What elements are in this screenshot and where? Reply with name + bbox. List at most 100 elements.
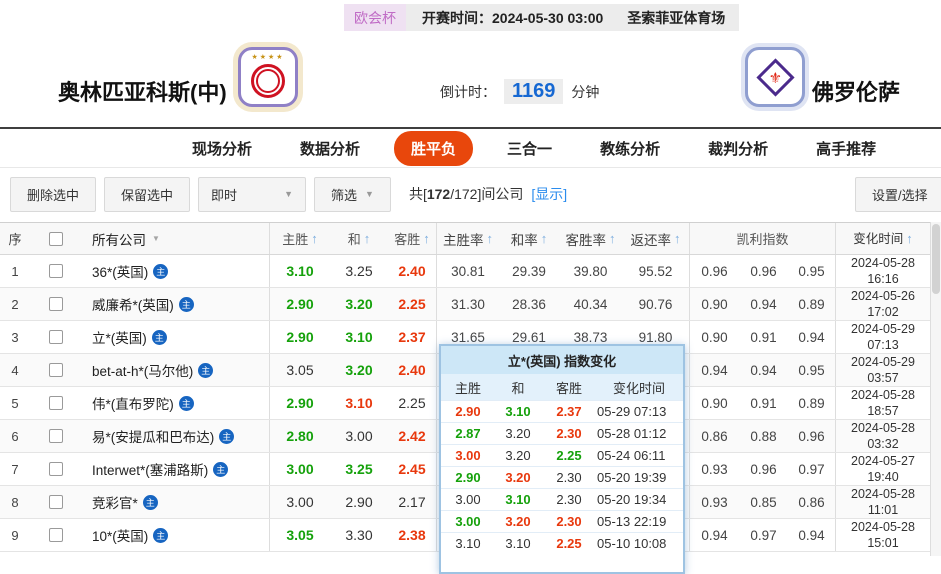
company-name: Interwet*(塞浦路斯) — [92, 463, 209, 478]
popup-row: 3.00 3.20 2.25 05-24 06:11 — [441, 444, 683, 466]
header-away-win[interactable]: 客胜 ↑ — [388, 223, 437, 254]
draw-odds: 3.20 — [345, 296, 373, 312]
row-checkbox[interactable] — [49, 264, 63, 278]
popup-draw-odds: 3.20 — [505, 470, 531, 485]
change-date: 2024-05-28 — [851, 388, 915, 402]
row-index: 8 — [11, 494, 19, 510]
row-checkbox[interactable] — [49, 330, 63, 344]
scrollbar-thumb[interactable] — [932, 224, 940, 294]
change-time: 2024-05-28 15:01 — [836, 519, 930, 551]
popup-win-odds: 3.00 — [455, 448, 481, 463]
return-rate: 90.76 — [622, 288, 690, 320]
company-cell[interactable]: bet-at-h*(马尔他) 主 — [82, 354, 270, 386]
instant-dropdown[interactable]: 即时 ▼ — [198, 176, 307, 212]
home-win-odds: 2.90 — [286, 395, 314, 411]
kelly-index-2: 0.91 — [750, 329, 777, 345]
draw-odds: 3.10 — [345, 329, 373, 345]
header-change-time[interactable]: 变化时间 ↑ — [836, 223, 930, 254]
draw-odds: 3.25 — [345, 263, 373, 279]
header-draw-rate[interactable]: 和率 ↑ — [499, 223, 559, 254]
change-clock: 03:57 — [867, 371, 899, 385]
select-all-checkbox[interactable] — [49, 231, 63, 246]
vertical-scrollbar[interactable] — [930, 222, 941, 556]
kickoff-value: 2024-05-30 03:00 — [492, 9, 604, 26]
home-team-logo: ★★★★ — [238, 47, 298, 107]
home-win-odds: 3.05 — [286, 527, 314, 543]
company-cell[interactable]: 伟*(直布罗陀) 主 — [82, 387, 270, 419]
row-checkbox[interactable] — [49, 495, 63, 509]
change-date: 2024-05-28 — [851, 520, 915, 534]
header-win-label: 主胜 — [282, 232, 309, 247]
change-date: 2024-05-27 — [851, 454, 915, 468]
header-lose-rate[interactable]: 客胜率 ↑ — [559, 223, 622, 254]
sort-up-icon: ↑ — [363, 231, 371, 246]
main-odds-badge-icon: 主 — [151, 329, 167, 345]
row-checkbox-cell — [30, 453, 82, 485]
away-win-odds: 2.38 — [388, 519, 437, 551]
company-cell[interactable]: 10*(英国) 主 — [82, 519, 270, 551]
draw-rate: 29.39 — [512, 263, 546, 279]
row-checkbox[interactable] — [49, 363, 63, 377]
show-link[interactable]: [显示] — [531, 184, 567, 204]
kelly-index-3: 0.89 — [788, 288, 836, 320]
home-win-odds: 2.90 — [286, 296, 314, 312]
row-checkbox[interactable] — [49, 462, 63, 476]
change-clock: 15:01 — [867, 536, 899, 550]
row-checkbox[interactable] — [49, 528, 63, 542]
tab-2[interactable]: 数据分析 — [286, 132, 374, 165]
away-win-odds: 2.40 — [388, 354, 437, 386]
change-clock: 19:40 — [867, 470, 899, 484]
header-draw[interactable]: 和 ↑ — [330, 223, 388, 254]
company-cell[interactable]: 威廉希*(英国) 主 — [82, 288, 270, 320]
tab-1[interactable]: 现场分析 — [178, 132, 266, 165]
settings-button[interactable]: 设置/选择 — [855, 177, 941, 212]
popup-lose-odds: 2.25 — [556, 536, 582, 551]
kelly-index-3: 0.89 — [788, 387, 836, 419]
company-name: bet-at-h*(马尔他) — [92, 364, 194, 379]
popup-win-odds: 3.00 — [455, 492, 481, 507]
tab-3[interactable]: 胜平负 — [394, 130, 474, 166]
popup-win-odds: 3.10 — [455, 536, 481, 551]
header-return-rate[interactable]: 返还率 ↑ — [622, 223, 690, 254]
company-cell[interactable]: 竞彩官* 主 — [82, 486, 270, 518]
tab-4[interactable]: 三合一 — [493, 132, 566, 165]
filter-dropdown[interactable]: 筛选 ▼ — [314, 176, 391, 212]
home-win-odds: 2.80 — [286, 428, 314, 444]
company-cell[interactable]: Interwet*(塞浦路斯) 主 — [82, 453, 270, 485]
tab-6[interactable]: 裁判分析 — [694, 132, 782, 165]
header-company[interactable]: 所有公司 ▼ — [82, 223, 270, 254]
popup-lose-odds: 2.30 — [556, 492, 582, 507]
away-crest-icon: ⚜ — [756, 58, 795, 97]
popup-header-row: 主胜 和 客胜 变化时间 — [441, 374, 683, 400]
home-win-odds: 3.05 — [286, 362, 314, 378]
main-odds-badge-icon: 主 — [153, 527, 169, 543]
kelly-index-2: 0.88 — [750, 428, 777, 444]
row-index: 2 — [11, 296, 19, 312]
chevron-down-icon: ▼ — [152, 234, 160, 243]
company-cell[interactable]: 立*(英国) 主 — [82, 321, 270, 353]
away-win-odds: 2.25 — [388, 288, 437, 320]
header-win-rate[interactable]: 主胜率 ↑ — [437, 223, 499, 254]
win-rate: 31.30 — [451, 296, 485, 312]
row-checkbox[interactable] — [49, 297, 63, 311]
header-home-win[interactable]: 主胜 ↑ — [270, 223, 330, 254]
win-rate: 30.81 — [451, 263, 485, 279]
keep-selected-button[interactable]: 保留选中 — [104, 176, 191, 212]
away-team-name: 佛罗伦萨 — [812, 80, 901, 105]
company-cell[interactable]: 36*(英国) 主 — [82, 255, 270, 287]
chevron-down-icon: ▼ — [365, 189, 374, 199]
change-date: 2024-05-26 — [851, 289, 915, 303]
change-clock: 16:16 — [867, 272, 899, 286]
change-date: 2024-05-28 — [851, 256, 915, 270]
row-checkbox[interactable] — [49, 396, 63, 410]
tab-7[interactable]: 高手推荐 — [802, 132, 890, 165]
sort-up-icon: ↑ — [540, 231, 548, 246]
company-cell[interactable]: 易*(安提瓜和巴布达) 主 — [82, 420, 270, 452]
home-crest-icon — [251, 64, 285, 98]
home-win-odds: 3.10 — [286, 263, 314, 279]
change-clock: 18:57 — [867, 404, 899, 418]
delete-selected-button[interactable]: 删除选中 — [10, 176, 97, 212]
row-checkbox[interactable] — [49, 429, 63, 443]
popup-lose-odds: 2.25 — [556, 448, 582, 463]
tab-5[interactable]: 教练分析 — [586, 132, 674, 165]
